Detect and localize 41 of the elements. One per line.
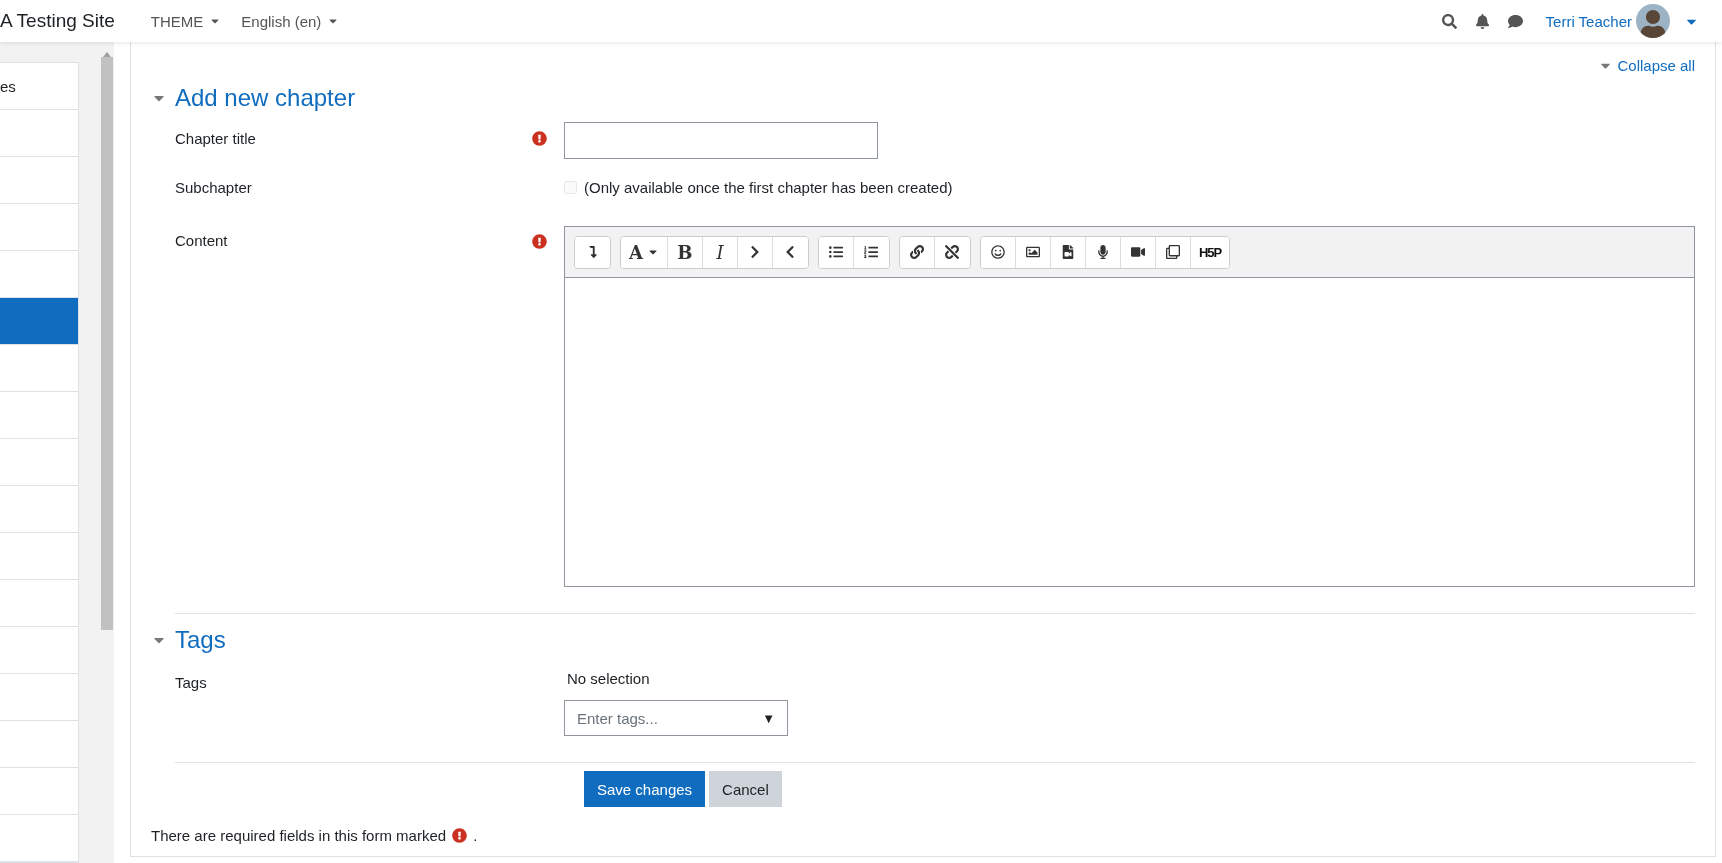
field-label: Subchapter [175,178,253,196]
emoji-icon [990,245,1005,259]
emoji-button[interactable] [980,236,1016,268]
menu-dropdown[interactable]: English (en) [231,12,350,30]
font-style-button[interactable]: A [621,236,668,268]
video-camera-icon [1130,245,1145,259]
chat-bubble-icon[interactable] [1507,13,1523,29]
field-label: Tags [175,673,208,691]
image-icon [1025,245,1040,259]
avatar[interactable] [1636,4,1670,38]
cancel-button[interactable]: Cancel [709,771,782,807]
copy-icon [1165,245,1180,259]
link-button[interactable] [899,236,935,268]
media-icon [1060,245,1075,259]
required-icon [452,828,468,843]
selection-text: No selection [567,670,650,687]
microphone-icon [1095,245,1110,259]
field-label: Content [175,231,229,249]
checkbox-note: (Only available once the first chapter has been created) [584,179,953,196]
link-icon [909,245,924,259]
scrollbar-thumb[interactable] [101,57,113,630]
field-label: Chapter title [175,129,257,147]
note-period: . [473,827,478,844]
menu-dropdown[interactable]: THEME [140,12,232,30]
search-icon[interactable] [1441,13,1457,29]
sidebar-item[interactable] [0,298,78,345]
section-heading[interactable]: Tags [175,626,226,654]
content-editor[interactable]: A B I H5P [564,226,1695,587]
collapse-all-link[interactable]: Collapse all [1598,57,1695,74]
chapter-title-field[interactable] [564,122,878,159]
bullet-list-icon [828,245,843,259]
required-note: There are required fields in this form marked [151,827,447,844]
unlink-icon [945,245,960,259]
user-name[interactable]: Terri Teacher [1545,12,1632,30]
numbered-list-icon [864,245,879,259]
save-button[interactable]: Save changes [584,771,706,807]
bell-icon[interactable] [1474,13,1490,29]
section-heading[interactable]: Add new chapter [175,84,356,112]
site-name[interactable]: A Testing Site [0,10,115,32]
bullet-list-button[interactable] [818,236,854,268]
tags-field[interactable]: Enter tags... ▼ [564,700,788,736]
